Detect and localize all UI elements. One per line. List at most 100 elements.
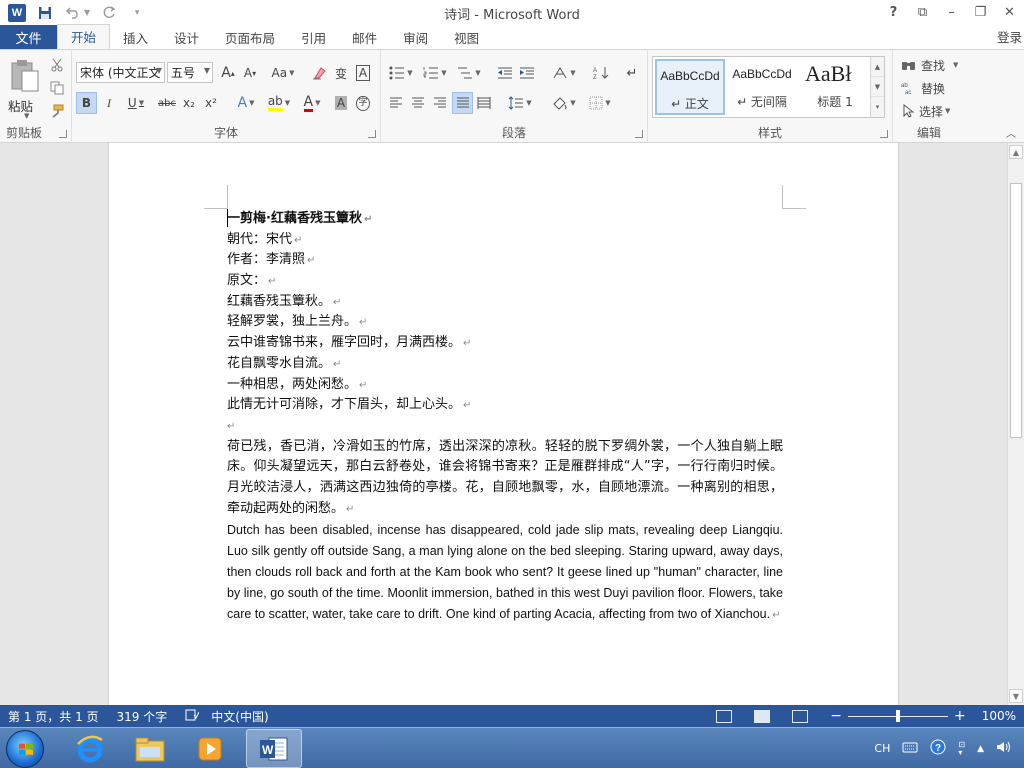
multilevel-list-icon[interactable]: ▼ xyxy=(455,62,483,84)
document-page[interactable]: 一剪梅·红藕香残玉簟秋 ↵ 朝代：宋代 ↵ 作者：李清照 ↵ 原文： ↵ 红藕香残玉簟秋… xyxy=(108,143,899,705)
select-button[interactable]: 选择 ▼ xyxy=(901,100,950,122)
styles-scroll-down-icon[interactable]: ▼ xyxy=(871,77,884,97)
change-case-button[interactable]: Aa ▼ xyxy=(268,62,298,84)
superscript-button[interactable]: x² xyxy=(202,92,220,114)
font-launcher-icon[interactable] xyxy=(368,130,376,138)
borders-icon[interactable]: ▼ xyxy=(585,92,615,114)
style-normal[interactable]: AaBbCcDd ↵ 正文 xyxy=(655,59,725,115)
font-size-select[interactable]: 五号 ▼ xyxy=(167,62,213,83)
style-no-spacing[interactable]: AaBbCcDd ↵ 无间隔 xyxy=(727,59,797,115)
zoom-slider-thumb[interactable] xyxy=(895,709,900,722)
style-heading-1[interactable]: AaBł 标题 1 xyxy=(799,59,871,115)
character-border-button[interactable]: A xyxy=(354,62,372,84)
underline-button[interactable]: U ▼ xyxy=(122,92,150,114)
vertical-scrollbar[interactable]: ▲ ▼ xyxy=(1007,143,1024,705)
word-taskbar-icon[interactable]: W xyxy=(246,729,302,768)
keyboard-icon[interactable] xyxy=(902,741,918,756)
input-language[interactable]: CH xyxy=(874,742,890,755)
clipboard-launcher-icon[interactable] xyxy=(59,130,67,138)
file-explorer-icon[interactable] xyxy=(122,729,178,768)
page-count[interactable]: 第 1 页，共 1 页 xyxy=(8,708,99,725)
cut-icon[interactable] xyxy=(48,54,66,76)
restore-button[interactable]: ❐ xyxy=(966,2,995,24)
scroll-up-icon[interactable]: ▲ xyxy=(1009,145,1023,159)
align-center-icon[interactable] xyxy=(409,92,427,114)
tab-references[interactable]: 引用 xyxy=(288,25,339,49)
ribbon-display-options-button[interactable]: ⧉ xyxy=(908,2,937,24)
tab-mailings[interactable]: 邮件 xyxy=(339,25,390,49)
ime-options-icon[interactable]: ⊡ ▾ xyxy=(958,740,965,757)
show-hidden-icons-icon[interactable]: ▲ xyxy=(977,744,984,754)
enclose-characters-button[interactable]: 字 xyxy=(354,92,372,114)
tab-home[interactable]: 开始 xyxy=(57,24,111,49)
minimize-button[interactable]: – xyxy=(937,2,966,24)
undo-dropdown-icon[interactable]: ▼ xyxy=(84,8,90,17)
bullets-icon[interactable]: ▼ xyxy=(387,62,415,84)
align-right-icon[interactable] xyxy=(431,92,449,114)
styles-launcher-icon[interactable] xyxy=(880,130,888,138)
chinese-layout-icon[interactable]: ▼ xyxy=(549,62,579,84)
media-player-icon[interactable] xyxy=(182,729,238,768)
tab-design[interactable]: 设计 xyxy=(161,25,212,49)
internet-explorer-icon[interactable] xyxy=(62,729,118,768)
sort-icon[interactable]: AZ xyxy=(591,62,611,84)
volume-icon[interactable] xyxy=(996,740,1012,757)
subscript-button[interactable]: x₂ xyxy=(180,92,198,114)
styles-more-icon[interactable]: ▾ xyxy=(871,97,884,117)
grow-font-button[interactable]: A ▴ xyxy=(218,62,238,84)
tab-review[interactable]: 审阅 xyxy=(390,25,441,49)
customize-qat-icon[interactable]: ▾ xyxy=(128,4,146,22)
zoom-out-button[interactable]: − xyxy=(830,708,842,724)
decrease-indent-icon[interactable] xyxy=(495,62,515,84)
paragraph-launcher-icon[interactable] xyxy=(635,130,643,138)
shrink-font-button[interactable]: A ▾ xyxy=(240,62,260,84)
align-left-icon[interactable] xyxy=(387,92,405,114)
justify-icon[interactable] xyxy=(452,92,473,114)
sign-in-link[interactable]: 登录 xyxy=(997,27,1022,46)
text-effects-button[interactable]: A ▼ xyxy=(232,92,260,114)
word-app-icon[interactable]: W xyxy=(8,3,26,22)
show-formatting-marks-icon[interactable]: ↵ xyxy=(623,62,641,84)
document-content[interactable]: 一剪梅·红藕香残玉簟秋 ↵ 朝代：宋代 ↵ 作者：李清照 ↵ 原文： ↵ 红藕香残玉簟秋… xyxy=(227,209,783,626)
numbering-icon[interactable]: ▼ xyxy=(421,62,449,84)
help-icon[interactable]: ? xyxy=(930,739,946,758)
collapse-ribbon-icon[interactable]: ︿ xyxy=(1006,125,1016,140)
character-shading-button[interactable]: A xyxy=(332,92,350,114)
tab-file[interactable]: 文件 xyxy=(0,25,57,49)
tab-insert[interactable]: 插入 xyxy=(110,25,161,49)
replace-button[interactable]: ab ac 替换 xyxy=(901,77,945,99)
phonetic-guide-button[interactable]: 变 xyxy=(332,62,350,84)
redo-icon[interactable] xyxy=(100,4,118,22)
line-spacing-icon[interactable]: ▼ xyxy=(505,92,535,114)
zoom-slider[interactable] xyxy=(847,709,948,722)
paste-button[interactable]: 粘贴 ▼ xyxy=(4,54,44,120)
font-name-select[interactable]: 宋体 (中文正文 ▼ xyxy=(76,62,165,83)
format-painter-icon[interactable] xyxy=(48,100,66,122)
shading-icon[interactable]: ▼ xyxy=(549,92,579,114)
zoom-in-button[interactable]: + xyxy=(954,708,966,724)
scroll-thumb[interactable] xyxy=(1010,183,1022,438)
print-layout-icon[interactable] xyxy=(754,709,771,723)
start-button[interactable] xyxy=(6,730,44,768)
tab-page-layout[interactable]: 页面布局 xyxy=(212,25,288,49)
help-button[interactable]: ? xyxy=(879,2,908,24)
save-icon[interactable] xyxy=(36,4,54,22)
close-button[interactable]: ✕ xyxy=(995,2,1024,24)
undo-icon[interactable] xyxy=(64,4,82,22)
copy-icon[interactable] xyxy=(48,77,66,99)
zoom-level[interactable]: 100% xyxy=(982,709,1016,723)
styles-scroll-up-icon[interactable]: ▲ xyxy=(871,57,884,77)
scroll-down-icon[interactable]: ▼ xyxy=(1009,689,1023,703)
highlight-color-button[interactable]: ab ▼ xyxy=(264,92,294,114)
find-button[interactable]: 查找 ▼ xyxy=(901,54,958,76)
paste-dropdown-icon[interactable]: ▼ xyxy=(24,112,29,120)
bold-button[interactable]: B xyxy=(76,92,97,114)
increase-indent-icon[interactable] xyxy=(517,62,537,84)
language-indicator[interactable]: 中文(中国) xyxy=(211,708,268,725)
distributed-icon[interactable] xyxy=(475,92,493,114)
web-layout-icon[interactable] xyxy=(792,709,809,723)
tab-view[interactable]: 视图 xyxy=(441,25,492,49)
read-mode-icon[interactable] xyxy=(716,709,733,723)
font-color-button[interactable]: A ▼ xyxy=(298,92,326,114)
italic-button[interactable]: I xyxy=(100,92,118,114)
